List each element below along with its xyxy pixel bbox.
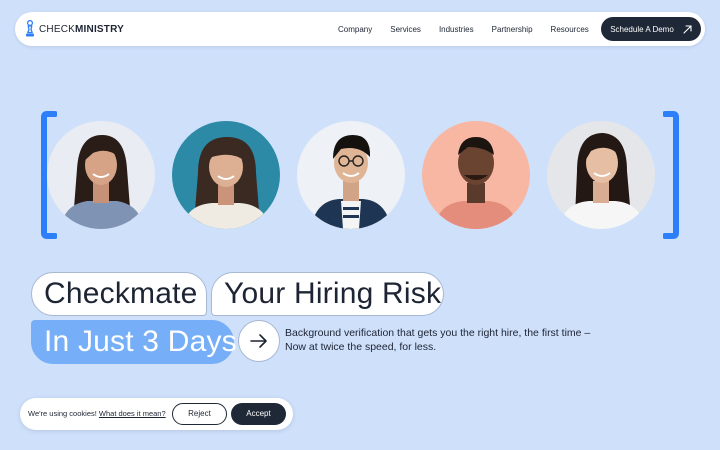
portrait-man-pink-background [422,121,530,229]
arrow-up-right-icon [683,24,692,34]
brand-logo[interactable]: CHECKMINISTRY [25,20,124,38]
portrait-woman-white-shirt [547,121,655,229]
cookie-message: We're using cookies! What does it mean? [28,409,166,418]
right-bracket-decoration [663,111,679,239]
brand-name: CHECKMINISTRY [39,23,125,35]
nav-link-resources[interactable]: Resources [551,25,589,34]
tagline-line-2: Now at twice the speed, for less. [285,341,437,353]
schedule-demo-label: Schedule A Demo [610,24,674,34]
portrait-man-glasses [297,121,405,229]
nav-link-partnership[interactable]: Partnership [492,25,533,34]
reject-cookies-button[interactable]: Reject [172,403,227,425]
headline-part-three-days: In Just 3 Days [31,320,237,364]
chess-pawn-icon [26,20,34,37]
nav-link-company[interactable]: Company [338,25,372,34]
tagline-line-1: Background verification that gets you th… [285,327,591,339]
nav-links: Company Services Industries Partnership … [338,12,589,46]
top-navbar: CHECKMINISTRY Company Services Industrie… [15,12,705,46]
headline-part-hiring-risk: Your Hiring Risk [211,272,444,316]
portrait-woman-teal-background [172,121,280,229]
arrow-right-icon [250,334,267,348]
hero-tagline: Background verification that gets you th… [285,326,590,354]
portrait-woman-long-hair [47,121,155,229]
headline-part-checkmate: Checkmate [31,272,207,316]
accept-cookies-button[interactable]: Accept [231,403,286,425]
schedule-demo-button[interactable]: Schedule A Demo [601,17,701,41]
nav-link-industries[interactable]: Industries [439,25,474,34]
nav-link-services[interactable]: Services [390,25,421,34]
cookie-info-link[interactable]: What does it mean? [99,409,166,418]
cookie-consent-bar: We're using cookies! What does it mean? … [20,398,293,430]
hero-arrow-button[interactable] [238,320,280,362]
